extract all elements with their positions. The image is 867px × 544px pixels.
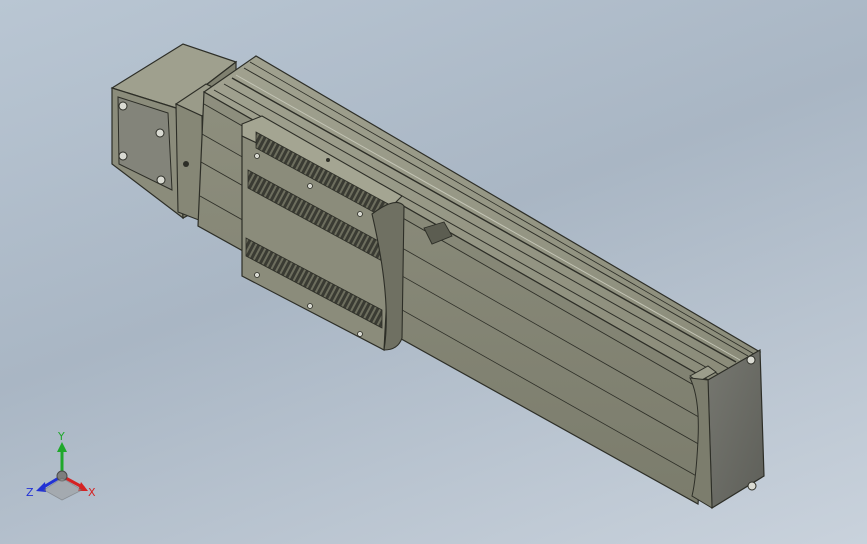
coordinate-triad: Y X Z: [26, 430, 96, 501]
z-axis-label: Z: [26, 486, 34, 499]
motor-bolt-hole: [155, 128, 165, 138]
end-cap[interactable]: [689, 348, 765, 510]
endcap-bolt-hole: [747, 481, 757, 491]
y-axis-label: Y: [57, 430, 65, 443]
motor-bolt-hole: [156, 175, 166, 185]
x-axis-label: X: [88, 486, 96, 499]
actuator-model[interactable]: [0, 0, 867, 544]
motor-bolt-hole: [118, 151, 128, 161]
endcap-bolt-hole: [746, 355, 756, 365]
motor-bolt-hole: [118, 101, 128, 111]
graphics-viewport[interactable]: Y X Z: [0, 0, 867, 544]
